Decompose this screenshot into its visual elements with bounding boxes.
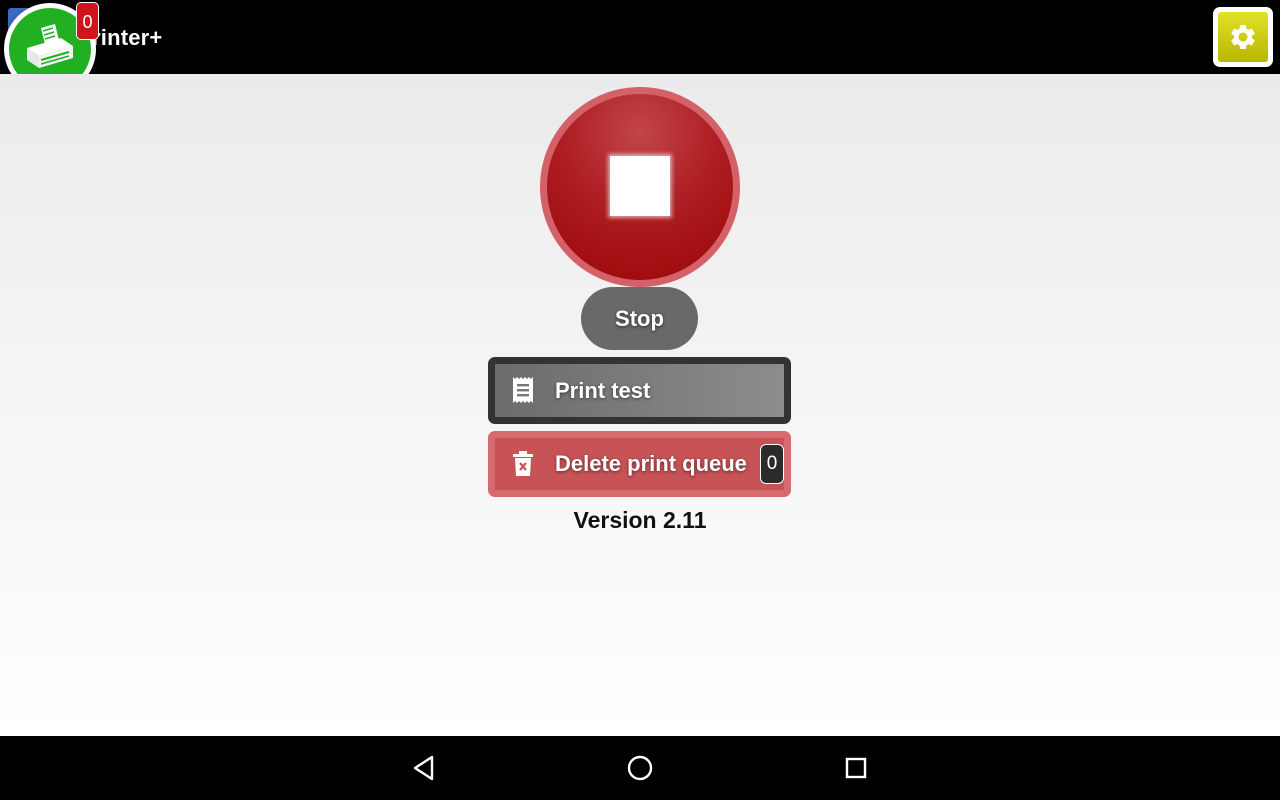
queue-count-badge: 0 — [76, 2, 99, 40]
print-test-button[interactable]: Print test — [488, 357, 791, 424]
version-text: Version 2.11 — [573, 507, 707, 533]
app-title: rinter+ — [92, 25, 163, 50]
app-bar: rinter+ 0 — [0, 0, 1280, 95]
delete-print-queue-label: Delete print queue — [555, 451, 747, 476]
delete-print-queue-button[interactable]: Delete print queue 0 — [488, 431, 791, 497]
trash-icon — [509, 450, 537, 478]
delete-queue-count-badge: 0 — [760, 444, 784, 484]
screen: rinter+ 0 Stop Print test Delete print q… — [0, 0, 1280, 800]
stop-icon — [610, 156, 670, 216]
stop-label-button[interactable]: Stop — [581, 287, 698, 350]
print-test-label: Print test — [555, 377, 651, 403]
receipt-icon — [509, 376, 537, 404]
home-icon — [627, 755, 653, 781]
nav-back-button[interactable] — [404, 748, 444, 788]
nav-home-button[interactable] — [620, 748, 660, 788]
back-icon — [413, 755, 434, 781]
stop-button[interactable] — [540, 87, 740, 287]
settings-button[interactable] — [1213, 7, 1273, 67]
system-nav-bar — [0, 736, 1280, 800]
gear-icon — [1231, 24, 1255, 49]
printer-icon — [27, 24, 73, 68]
recents-icon — [845, 757, 867, 779]
nav-recents-button[interactable] — [836, 748, 876, 788]
main-content: Stop Print test Delete print queue 0 Ver… — [0, 74, 1280, 736]
